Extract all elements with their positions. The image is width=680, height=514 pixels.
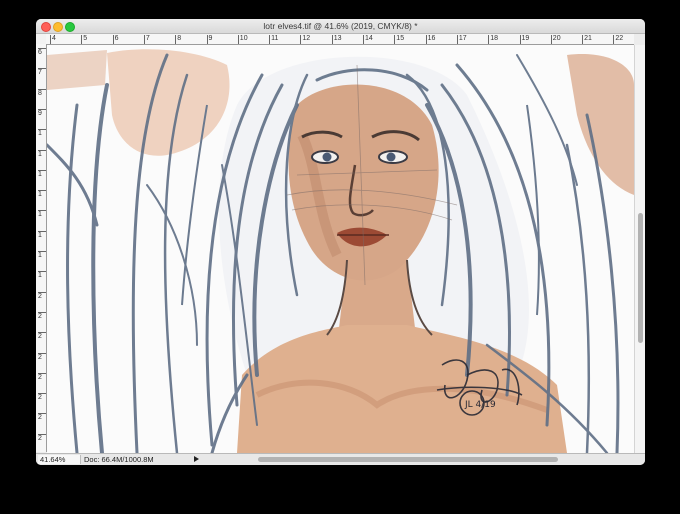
- artwork-canvas[interactable]: JL 4/19: [47, 45, 634, 453]
- ruler-left-tick: 1: [38, 190, 46, 198]
- vertical-scroll-thumb[interactable]: [638, 213, 643, 343]
- ruler-top-tick: 14: [363, 35, 373, 44]
- ruler-top-tick: 18: [488, 35, 498, 44]
- ruler-left-tick: 1: [38, 230, 46, 239]
- ruler-left-tick: 7: [38, 68, 46, 76]
- ruler-top-tick: 9: [206, 35, 213, 44]
- ruler-top-tick: 16: [425, 35, 436, 44]
- ruler-top-tick: 4: [50, 35, 56, 44]
- document-size-info: Doc: 66.4M/1000.8M: [84, 455, 154, 464]
- ruler-top-tick: 17: [456, 35, 467, 44]
- ruler-top-tick: 13: [331, 35, 342, 44]
- ruler-left-tick: 1: [38, 251, 46, 259]
- vertical-scrollbar[interactable]: [634, 45, 645, 453]
- ruler-top-tick: 7: [143, 35, 150, 44]
- ruler-left-tick: 9: [38, 108, 46, 117]
- ruler-left-tick: 8: [38, 88, 46, 97]
- ruler-left-tick: 1: [38, 271, 46, 279]
- title-bar[interactable]: lotr elves4.tif @ 41.6% (2019, CMYK/8) *: [36, 19, 645, 34]
- ruler-top-tick: 6: [112, 35, 119, 44]
- status-bar: 41.64% Doc: 66.4M/1000.8M: [36, 453, 645, 465]
- horizontal-scroll-thumb[interactable]: [258, 457, 558, 462]
- ruler-left-tick: 2: [38, 332, 46, 340]
- ruler-left-tick: 1: [38, 129, 46, 137]
- drawing-artwork: JL 4/19: [47, 45, 634, 453]
- ruler-top-tick: 12: [300, 35, 311, 44]
- ruler-top-tick: 10: [237, 35, 248, 44]
- vertical-ruler[interactable]: 6 7 8 9 1 1 1 1 1 1 1 1 2 2 2 2 2 2 2 2: [36, 44, 47, 452]
- ruler-top-tick: 11: [269, 35, 279, 44]
- ruler-left-tick: 2: [38, 413, 46, 421]
- status-menu-arrow-icon[interactable]: [194, 456, 199, 462]
- ruler-left-tick: 6: [38, 48, 46, 56]
- zoom-level-field[interactable]: 41.64%: [38, 455, 81, 464]
- ruler-left-tick: 2: [38, 311, 46, 320]
- ruler-left-tick: 1: [38, 210, 46, 218]
- signature-text: JL 4/19: [464, 400, 496, 410]
- document-title: lotr elves4.tif @ 41.6% (2019, CMYK/8) *: [263, 21, 418, 31]
- horizontal-scrollbar[interactable]: [204, 454, 634, 465]
- ruler-top-tick: 20: [550, 35, 561, 44]
- ruler-left-tick: 2: [38, 393, 46, 401]
- ruler-left-tick: 2: [38, 352, 46, 361]
- ruler-top-tick: 22: [613, 35, 624, 44]
- ruler-top-tick: 15: [394, 35, 405, 44]
- ruler-top-tick: 19: [519, 35, 530, 44]
- ruler-top-tick: 21: [582, 35, 592, 44]
- ruler-top-tick: 8: [175, 35, 182, 44]
- document-window: lotr elves4.tif @ 41.6% (2019, CMYK/8) *…: [36, 19, 645, 465]
- ruler-left-tick: 1: [38, 169, 46, 178]
- ruler-top-tick: 5: [81, 35, 88, 44]
- ruler-left-tick: 2: [38, 433, 46, 442]
- horizontal-ruler[interactable]: 4567891011121314151617181920212223: [46, 34, 634, 45]
- ruler-left-tick: 2: [38, 372, 46, 381]
- ruler-left-tick: 2: [38, 291, 46, 300]
- ruler-left-tick: 1: [38, 149, 46, 158]
